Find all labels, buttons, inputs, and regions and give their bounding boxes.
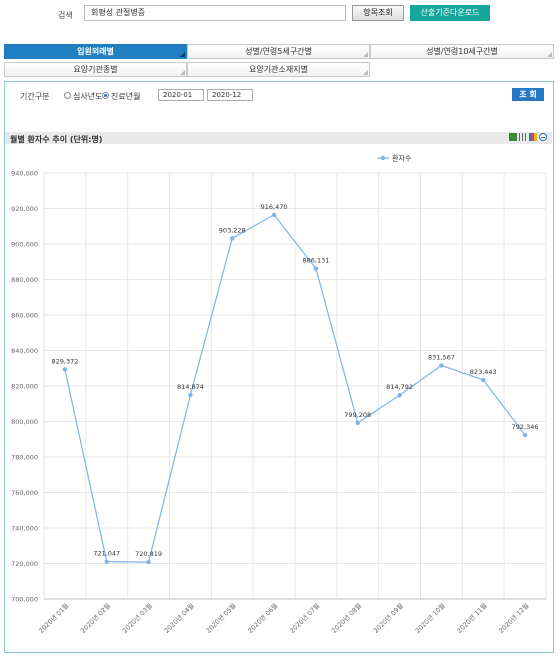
data-point [188, 392, 193, 398]
data-point [271, 212, 277, 217]
data-point [355, 420, 360, 426]
x-tick-label: 2020년 01월 [37, 601, 71, 635]
data-point [62, 367, 68, 372]
data-label: 831,567 [428, 353, 455, 361]
legend-label: 환자수 [392, 154, 412, 163]
data-label: 721,047 [93, 550, 120, 558]
y-tick-label: 880,000 [11, 276, 38, 284]
x-tick-label: 2020년 09월 [371, 601, 405, 635]
line-chart: 700,000 720,000 740,000 760,000 780,000 800,0… [11, 154, 547, 635]
data-point [230, 236, 235, 241]
data-label: 814,874 [177, 383, 204, 391]
data-point [522, 432, 528, 438]
data-label: 903,228 [219, 226, 246, 234]
y-tick-label: 920,000 [11, 205, 38, 213]
x-tick-label: 2020년 07월 [288, 601, 322, 635]
y-tick-label: 720,000 [11, 560, 38, 568]
x-tick-label: 2020년 10월 [413, 601, 447, 635]
y-tick-label: 940,000 [11, 170, 38, 178]
x-tick-label: 2020년 11월 [455, 601, 489, 635]
y-tick-label: 840,000 [11, 347, 38, 355]
data-label: 829,372 [51, 357, 78, 365]
x-tick-label: 2020년 08월 [329, 601, 363, 635]
data-label: 886,131 [302, 257, 329, 265]
data-point [146, 559, 151, 565]
data-label: 916,470 [261, 203, 288, 211]
x-tick-label: 2020년 04월 [162, 601, 196, 635]
data-point [313, 266, 319, 271]
y-tick-label: 760,000 [11, 489, 38, 497]
data-label: 720,819 [135, 550, 162, 558]
y-tick-label: 740,000 [11, 525, 38, 533]
data-point [397, 393, 402, 398]
data-label: 792,346 [512, 423, 539, 431]
data-point [104, 559, 109, 564]
x-tick-label: 2020년 05월 [204, 601, 238, 635]
data-point [481, 377, 486, 383]
y-tick-label: 900,000 [11, 241, 38, 249]
data-label: 814,792 [386, 383, 413, 391]
y-tick-label: 800,000 [11, 418, 38, 426]
x-tick-label: 2020년 06월 [246, 601, 280, 635]
data-label: 823,443 [470, 368, 497, 376]
y-tick-label: 860,000 [11, 312, 38, 320]
y-tick-label: 780,000 [11, 454, 38, 462]
data-point [439, 363, 444, 368]
y-tick-label: 820,000 [11, 383, 38, 391]
y-tick-label: 700,000 [11, 596, 38, 604]
x-tick-label: 2020년 12월 [497, 601, 531, 635]
data-label: 799,208 [344, 411, 371, 419]
x-tick-label: 2020년 02월 [78, 601, 112, 635]
x-tick-label: 2020년 03월 [120, 601, 154, 635]
legend-marker [380, 155, 386, 161]
